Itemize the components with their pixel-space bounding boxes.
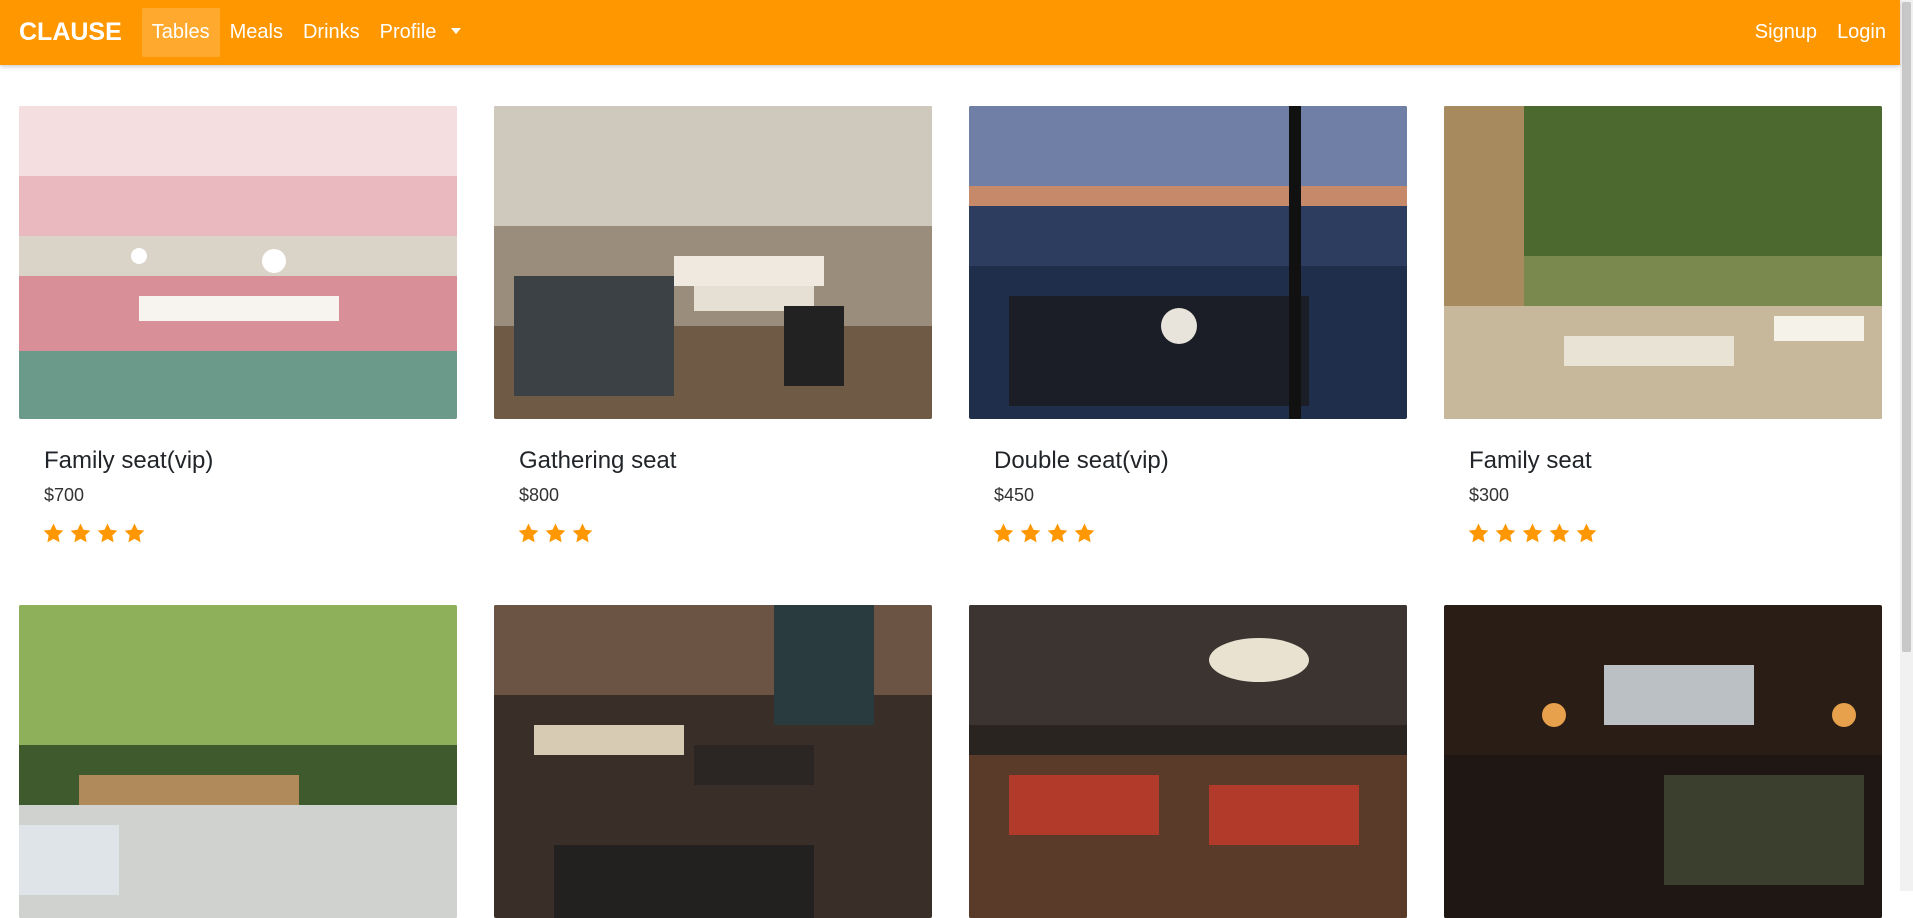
- table-price: $450: [994, 485, 1035, 505]
- star-rating: [517, 522, 932, 545]
- table-card[interactable]: Family seat(vip) $700: [19, 106, 457, 545]
- star-icon: [1046, 522, 1069, 545]
- auth-links: Signup Login: [1745, 0, 1896, 65]
- star-icon: [42, 522, 65, 545]
- nav-profile-label: Profile: [379, 21, 437, 43]
- table-card[interactable]: Family seat $300: [1444, 106, 1882, 545]
- signup-link[interactable]: Signup: [1745, 8, 1827, 57]
- star-icon: [992, 522, 1015, 545]
- star-icon: [123, 522, 146, 545]
- table-card[interactable]: [19, 605, 457, 918]
- star-icon: [517, 522, 540, 545]
- star-rating: [992, 522, 1407, 545]
- table-photo[interactable]: [494, 605, 932, 918]
- top-navbar: CLAUSE Tables Meals Drinks Profile Signu…: [0, 0, 1900, 65]
- star-icon: [69, 522, 92, 545]
- star-rating: [1467, 522, 1882, 545]
- table-photo[interactable]: [1444, 605, 1882, 918]
- table-card[interactable]: Double seat(vip) $450: [969, 106, 1407, 545]
- nav-drinks[interactable]: Drinks: [293, 8, 370, 57]
- vertical-scrollbar[interactable]: [1900, 0, 1913, 891]
- table-photo[interactable]: [969, 106, 1407, 419]
- login-link[interactable]: Login: [1827, 8, 1896, 57]
- table-photo[interactable]: [1444, 106, 1882, 419]
- nav-profile-dropdown[interactable]: Profile: [370, 8, 472, 57]
- star-icon: [1521, 522, 1544, 545]
- table-name: Family seat(vip): [44, 447, 214, 474]
- table-card[interactable]: [1444, 605, 1882, 918]
- table-photo[interactable]: [969, 605, 1407, 918]
- star-rating: [42, 522, 457, 545]
- table-photo[interactable]: [19, 605, 457, 918]
- star-icon: [1073, 522, 1096, 545]
- table-name: Family seat: [1469, 447, 1592, 474]
- star-icon: [96, 522, 119, 545]
- star-icon: [1019, 522, 1042, 545]
- table-photo[interactable]: [19, 106, 457, 419]
- table-card[interactable]: [969, 605, 1407, 918]
- star-icon: [1494, 522, 1517, 545]
- table-photo[interactable]: [494, 106, 932, 419]
- table-price: $800: [519, 485, 560, 505]
- brand-logo[interactable]: CLAUSE: [19, 18, 122, 47]
- table-name: Double seat(vip): [994, 447, 1169, 474]
- star-icon: [1548, 522, 1571, 545]
- nav-meals[interactable]: Meals: [220, 8, 293, 57]
- scrollbar-thumb[interactable]: [1902, 2, 1911, 652]
- nav-tables[interactable]: Tables: [141, 8, 220, 57]
- table-card[interactable]: Gathering seat $800: [494, 106, 932, 545]
- table-price: $300: [1469, 485, 1510, 505]
- star-icon: [571, 522, 594, 545]
- chevron-down-icon: [451, 28, 462, 34]
- star-icon: [1575, 522, 1598, 545]
- table-card[interactable]: [494, 605, 932, 918]
- table-price: $700: [44, 485, 85, 505]
- star-icon: [544, 522, 567, 545]
- star-icon: [1467, 522, 1490, 545]
- table-name: Gathering seat: [519, 447, 677, 474]
